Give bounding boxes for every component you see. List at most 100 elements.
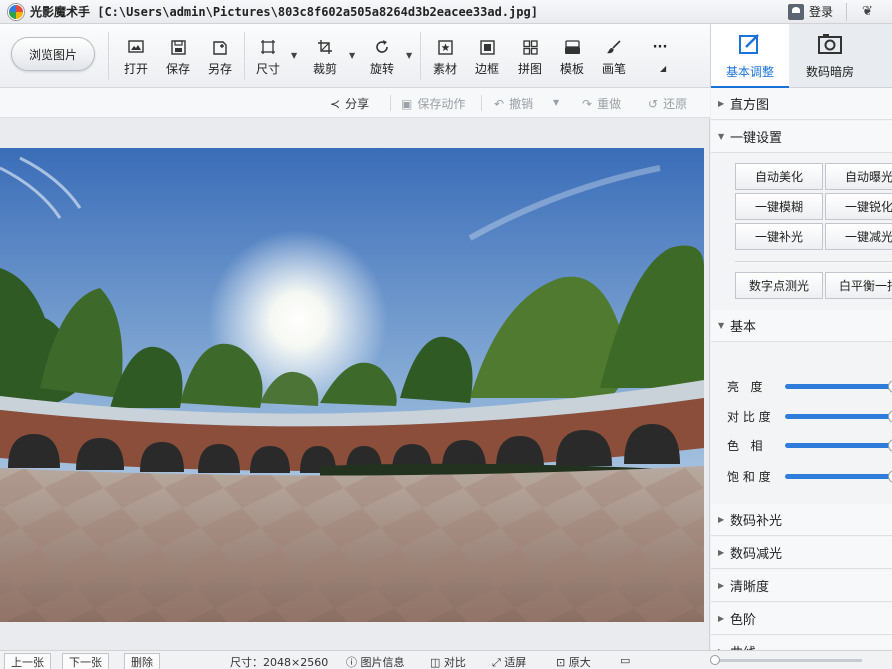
tab-label: 数码暗房 [805,65,854,79]
actual-size-icon[interactable]: ▭ [620,654,630,667]
section-clarity[interactable]: ▶ 清晰度 [711,570,892,602]
slider-thumb[interactable] [888,439,892,452]
restore-label: 还原 [663,97,688,111]
section-basic[interactable]: ▼ 基本 [711,310,892,342]
toolbar-separator [244,32,245,80]
save-button[interactable]: 保存 [158,37,198,81]
tab-digital-darkroom[interactable]: 数码暗房 [791,24,869,88]
one-click-reduce-light-button[interactable]: 一键减光 [825,223,892,250]
slider-track[interactable] [785,380,892,393]
quick-separator [735,261,892,262]
browse-images-button[interactable]: 浏览图片 [11,37,95,71]
slider-track[interactable] [785,410,892,423]
section-label: 数码减光 [730,547,783,562]
spot-metering-button[interactable]: 数字点测光 [735,272,823,299]
section-label: 一键设置 [730,131,783,146]
tab-basic-adjust[interactable]: 基本调整 [711,24,789,88]
undo-button[interactable]: ↶ 撤销 [494,95,533,112]
restore-button[interactable]: ↺ 还原 [648,95,687,112]
frame-button[interactable]: 边框 [467,37,507,81]
material-button[interactable]: 素材 [425,37,465,81]
brightness-slider[interactable]: 亮 度 [727,378,892,394]
section-histogram[interactable]: ▶ 直方图 [711,88,892,120]
one-click-fill-light-button[interactable]: 一键补光 [735,223,823,250]
more-tools-button[interactable]: ··· [640,37,680,81]
toolbar-separator [108,32,109,80]
slider-thumb[interactable] [888,380,892,393]
collage-button[interactable]: 拼图 [510,37,550,81]
material-icon [434,37,456,57]
tool-label: 尺寸 [255,62,280,76]
one-click-sharpen-button[interactable]: 一键锐化 [825,193,892,220]
delete-button[interactable]: 删除 [124,653,160,669]
auto-exposure-button[interactable]: 自动曝光 [825,163,892,190]
one-click-blur-button[interactable]: 一键模糊 [735,193,823,220]
zoom-slider-thumb[interactable] [710,655,720,665]
section-label: 清晰度 [730,580,770,595]
section-digital-reduce-light[interactable]: ▶ 数码减光 [711,537,892,569]
crop-icon [314,37,336,57]
tool-label: 另存 [207,62,232,76]
action-bar: ≺ 分享 ▣ 保存动作 ↶ 撤销 ▼ ↷ 重做 ↺ 还原 [0,88,710,118]
restore-icon: ↺ [648,96,659,111]
slider-thumb[interactable] [888,410,892,423]
save-as-button[interactable]: 另存 [200,37,240,81]
slider-label: 饱 和 度 [727,469,771,484]
tool-label: 边框 [474,62,499,76]
resize-dropdown-icon[interactable]: ▼ [291,51,297,60]
hue-slider[interactable]: 色 相 [727,437,892,453]
redo-icon: ↷ [582,96,593,111]
slider-thumb[interactable] [888,470,892,483]
tool-label: 画笔 [601,62,626,76]
compare-button[interactable]: ◫ 对比 [430,654,466,669]
slider-track[interactable] [785,470,892,483]
frame-icon [476,37,498,57]
crop-dropdown-icon[interactable]: ▼ [349,51,355,60]
main-toolbar: 浏览图片 打开 保存 另存 尺寸 ▼ 裁剪 ▼ 旋转 ▼ 素材 边框 拼图 模板… [0,24,710,88]
toolbar-expand-icon[interactable]: ◢ [660,64,666,73]
title-separator [846,3,847,21]
tool-label: 模板 [559,62,584,76]
adjust-panel: ▶ 直方图 ▼ 一键设置 自动美化 自动曝光 一键模糊 一键锐化 一键补光 一键… [711,88,892,650]
auto-beautify-button[interactable]: 自动美化 [735,163,823,190]
undo-icon: ↶ [494,96,505,111]
brush-button[interactable]: 画笔 [594,37,634,81]
section-digital-fill-light[interactable]: ▶ 数码补光 [711,504,892,536]
slider-label: 亮 度 [727,379,763,394]
template-button[interactable]: 模板 [552,37,592,81]
share-button[interactable]: ≺ 分享 [330,95,369,112]
next-image-button[interactable]: 下一张 [62,653,109,669]
slider-track[interactable] [785,439,892,452]
login-button[interactable]: 登录 [788,3,833,20]
expand-arrow-icon: ▶ [718,614,725,623]
resize-button[interactable]: 尺寸 [248,37,288,81]
action-separator [390,95,391,111]
section-curves[interactable]: ▶ 曲线 [711,636,892,650]
fit-icon: ⤢ [492,656,501,669]
section-label: 曲线 [730,642,756,650]
redo-button[interactable]: ↷ 重做 [582,95,621,112]
image-info-button[interactable]: ⓘ 图片信息 [346,654,405,669]
contrast-slider[interactable]: 对 比 度 [727,408,892,424]
rotate-dropdown-icon[interactable]: ▼ [406,51,412,60]
delete-label: 删除 [131,655,153,669]
skin-icon[interactable]: ❦ [862,4,873,19]
undo-label: 撤销 [509,97,534,111]
crop-button[interactable]: 裁剪 [305,37,345,81]
prev-label: 上一张 [11,655,44,669]
zoom-slider[interactable] [710,655,862,665]
image-canvas[interactable] [0,118,710,650]
section-levels[interactable]: ▶ 色阶 [711,603,892,635]
saturation-slider[interactable]: 饱 和 度 [727,468,892,484]
prev-image-button[interactable]: 上一张 [4,653,51,669]
open-button[interactable]: 打开 [116,37,156,81]
undo-dropdown-icon[interactable]: ▼ [553,98,559,107]
original-size-button[interactable]: ⊡ 原大 [556,654,591,669]
section-one-click[interactable]: ▼ 一键设置 [711,121,892,153]
tool-label: 旋转 [369,62,394,76]
save-action-button[interactable]: ▣ 保存动作 [401,95,465,112]
next-label: 下一张 [69,655,102,669]
white-balance-button[interactable]: 白平衡一指 [825,272,892,299]
fit-screen-button[interactable]: ⤢ 适屏 [492,654,526,669]
rotate-button[interactable]: 旋转 [362,37,402,81]
